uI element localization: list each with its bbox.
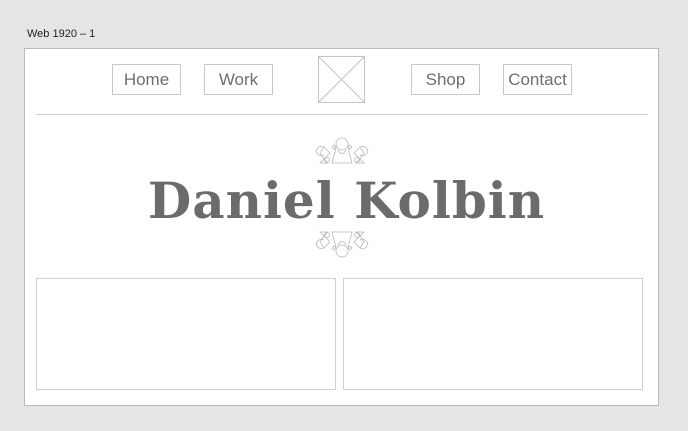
nav-home-button[interactable]: Home: [112, 64, 181, 95]
nav-contact-button[interactable]: Contact: [503, 64, 572, 95]
content-panel-left: [36, 278, 336, 390]
flourish-top-icon: [314, 135, 370, 167]
nav-work-button[interactable]: Work: [204, 64, 273, 95]
header-divider: [36, 114, 648, 115]
hero-title: Daniel Kolbin: [147, 171, 546, 230]
artboard: Home Work Shop Contact Daniel Kolbin: [24, 48, 659, 406]
nav-shop-button[interactable]: Shop: [411, 64, 480, 95]
content-panel-right: [343, 278, 643, 390]
artboard-label: Web 1920 – 1: [27, 28, 96, 40]
flourish-bottom-icon: [314, 228, 370, 260]
logo-placeholder-icon: [318, 56, 365, 103]
